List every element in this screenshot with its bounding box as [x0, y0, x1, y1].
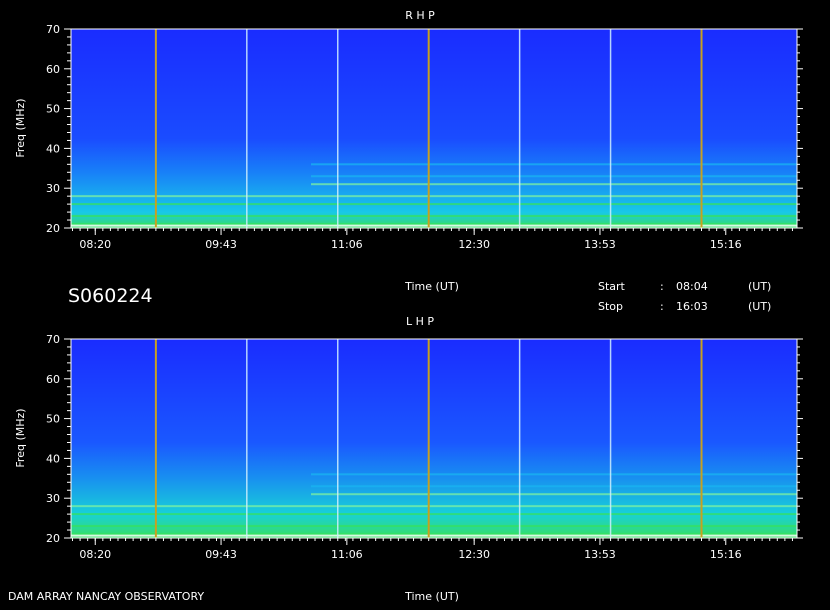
emission-band — [311, 183, 797, 186]
rhp-y-axis-label: Freq (MHz) — [14, 98, 27, 157]
emission-band — [311, 175, 797, 178]
rhp-spectrum-background — [71, 29, 797, 228]
lhp-spectrum-background — [71, 339, 797, 538]
x-tick-label: 09:43 — [205, 238, 237, 251]
start-time: 08:04 — [676, 280, 708, 293]
stop-label: Stop — [598, 300, 623, 313]
credit-text: DAM ARRAY NANCAY OBSERVATORY — [8, 590, 204, 603]
y-tick-label: 60 — [46, 63, 60, 76]
x-tick-label: 08:20 — [79, 238, 111, 251]
y-tick-label: 40 — [46, 142, 60, 155]
emission-band — [311, 485, 797, 488]
y-tick-label: 20 — [46, 532, 60, 545]
spectrogram-figure: R H P 20 30 40 50 60 70 08:20 09:43 11:06 12:30 1… — [8, 9, 803, 603]
middle-time-axis-label: Time (UT) — [404, 280, 459, 293]
stop-time: 16:03 — [676, 300, 708, 313]
emission-band — [71, 203, 797, 206]
emission-band — [71, 525, 797, 528]
x-tick-label: 13:53 — [584, 238, 616, 251]
y-tick-label: 50 — [46, 413, 60, 426]
emission-band — [71, 224, 797, 227]
y-tick-label: 70 — [46, 23, 60, 36]
stop-separator: : — [660, 300, 664, 313]
rhp-title: R H P — [405, 9, 435, 22]
lhp-y-axis-label: Freq (MHz) — [14, 408, 27, 467]
start-unit: (UT) — [748, 280, 771, 293]
emission-band — [71, 505, 797, 508]
emission-band — [311, 493, 797, 496]
x-tick-label: 12:30 — [458, 238, 490, 251]
y-tick-label: 30 — [46, 182, 60, 195]
session-id: S060224 — [68, 285, 153, 307]
x-tick-label: 11:06 — [331, 238, 363, 251]
stop-unit: (UT) — [748, 300, 771, 313]
emission-band — [71, 215, 797, 218]
rhp-panel: R H P 20 30 40 50 60 70 08:20 09:43 11:06 12:30 1… — [14, 9, 803, 251]
lhp-title: L H P — [406, 315, 434, 328]
x-tick-label: 12:30 — [458, 548, 490, 561]
emission-band — [71, 513, 797, 516]
x-tick-label: 15:16 — [710, 548, 742, 561]
x-tick-label: 15:16 — [710, 238, 742, 251]
lhp-panel: L H P 20 30 40 50 60 70 08:20 09:43 11:06 12:30 1… — [14, 315, 803, 561]
start-separator: : — [660, 280, 664, 293]
info-block: S060224 Time (UT) Start : 08:04 (UT) Sto… — [68, 280, 771, 313]
footer: DAM ARRAY NANCAY OBSERVATORY Time (UT) — [8, 590, 459, 603]
x-tick-label: 13:53 — [584, 548, 616, 561]
emission-band — [71, 534, 797, 537]
y-tick-label: 20 — [46, 222, 60, 235]
y-tick-label: 70 — [46, 333, 60, 346]
y-tick-label: 30 — [46, 492, 60, 505]
emission-band — [71, 195, 797, 198]
rhp-x-axis: 08:20 09:43 11:06 12:30 13:53 15:16 — [72, 228, 793, 251]
start-label: Start — [598, 280, 626, 293]
lhp-x-axis: 08:20 09:43 11:06 12:30 13:53 15:16 — [72, 538, 793, 561]
y-tick-label: 60 — [46, 373, 60, 386]
bottom-time-axis-label: Time (UT) — [404, 590, 459, 603]
emission-band — [311, 163, 797, 166]
y-tick-label: 50 — [46, 103, 60, 116]
emission-band — [311, 473, 797, 476]
y-tick-label: 40 — [46, 452, 60, 465]
x-tick-label: 08:20 — [79, 548, 111, 561]
x-tick-label: 11:06 — [331, 548, 363, 561]
x-tick-label: 09:43 — [205, 548, 237, 561]
